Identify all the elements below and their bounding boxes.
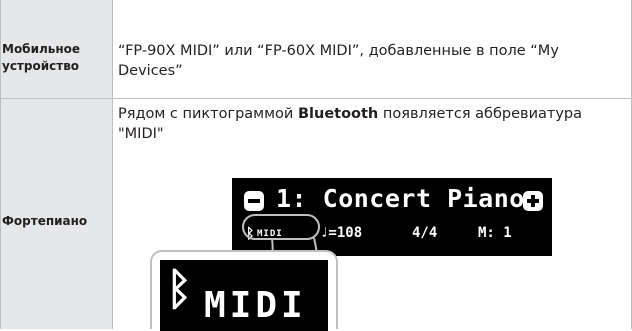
bluetooth-icon: ᛒ (166, 264, 193, 315)
row-text-mobile-device: “FP-90X MIDI” или “FP-60X MIDI”, добавле… (118, 43, 559, 79)
lcd-tempo: ♩=108 (320, 225, 363, 241)
lcd-time-signature: 4/4 (412, 225, 438, 241)
plus-icon (523, 191, 543, 211)
settings-table: Мобильное устройство “FP-90X MIDI” или “… (0, 0, 632, 331)
lcd-tone-line: 1: Concert Piano (232, 182, 552, 216)
row-text-piano-bold: Bluetooth (297, 106, 379, 122)
row-label-mobile-device: Мобильное устройство (2, 42, 81, 73)
row-text-piano-before: Рядом с пиктограммой (118, 106, 298, 122)
callout-highlight-ring (242, 214, 320, 240)
table-left-border (0, 0, 1, 329)
column-divider (112, 0, 113, 329)
zoomed-midi-indicator: MIDI (204, 285, 307, 326)
zoomed-status-callout: ᛒ MIDI (150, 250, 338, 331)
lcd-measure: M: 1 (478, 225, 512, 241)
row-text-piano: Рядом с пиктограммой Bluetooth появляетс… (118, 104, 626, 144)
zoomed-lcd: ᛒ MIDI (160, 260, 328, 331)
row-label-piano: Фортепиано (2, 214, 88, 228)
minus-icon (244, 191, 264, 211)
row-divider (0, 98, 632, 99)
lcd-tone-name: 1: Concert Piano (276, 184, 525, 213)
